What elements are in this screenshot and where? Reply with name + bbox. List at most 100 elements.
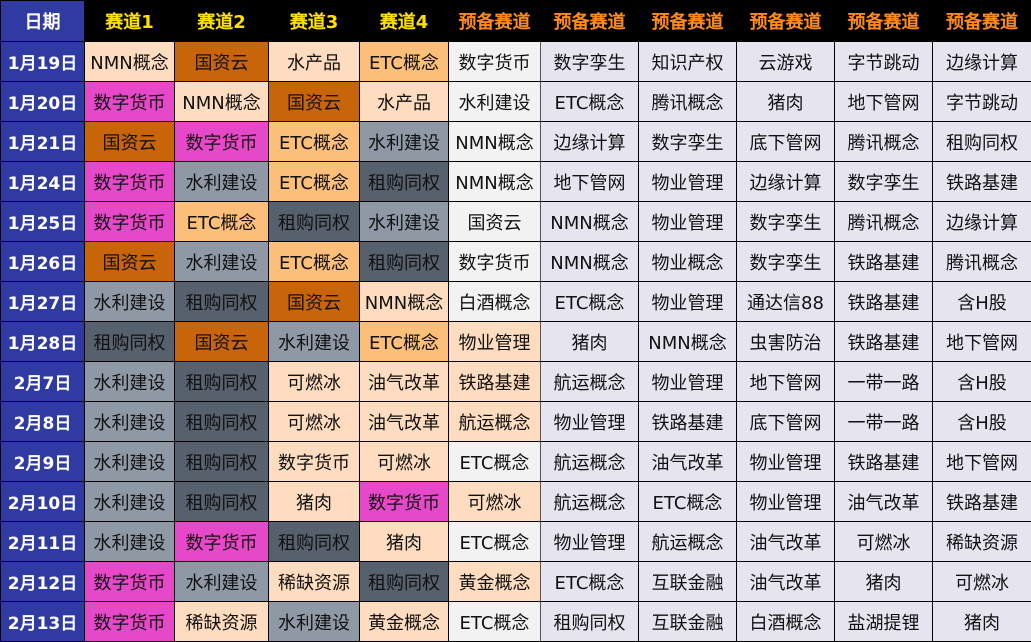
track-cell: 数字货币 bbox=[175, 122, 269, 162]
reserve-cell: 物业管理 bbox=[737, 442, 835, 482]
reserve-cell: 数字孪生 bbox=[835, 162, 933, 202]
track-cell: 租购同权 bbox=[85, 322, 175, 362]
reserve-cell: 数字孪生 bbox=[639, 122, 737, 162]
reserve-cell: 物业管理 bbox=[639, 202, 737, 242]
header-date: 日期 bbox=[1, 1, 85, 42]
track-cell: 数字货币 bbox=[360, 482, 449, 522]
date-cell: 2月10日 bbox=[1, 482, 85, 522]
date-cell: 1月26日 bbox=[1, 242, 85, 282]
reserve-cell: 互联金融 bbox=[639, 602, 737, 642]
header-reserve-5: 预备赛道 bbox=[835, 1, 933, 42]
reserve-cell: 互联金融 bbox=[639, 562, 737, 602]
reserve-cell: 边缘计算 bbox=[541, 122, 639, 162]
reserve-cell: 猪肉 bbox=[541, 322, 639, 362]
reserve-cell: 油气改革 bbox=[737, 522, 835, 562]
track-cell: 租购同权 bbox=[175, 402, 269, 442]
header-reserve-1: 预备赛道 bbox=[449, 1, 541, 42]
reserve-cell: 字节跳动 bbox=[835, 42, 933, 82]
track-cell: ETC概念 bbox=[269, 242, 360, 282]
track-cell: 数字货币 bbox=[85, 202, 175, 242]
reserve-cell-primary: 航运概念 bbox=[449, 402, 541, 442]
reserve-cell: 物业管理 bbox=[639, 362, 737, 402]
reserve-cell: 数字孪生 bbox=[737, 242, 835, 282]
track-cell: 数字货币 bbox=[85, 602, 175, 642]
reserve-cell: 腾讯概念 bbox=[933, 242, 1031, 282]
table-row: 1月26日国资云水利建设ETC概念租购同权数字货币NMN概念物业概念数字孪生铁路… bbox=[1, 242, 1031, 282]
reserve-cell: 航运概念 bbox=[541, 482, 639, 522]
track-cell: 水利建设 bbox=[175, 242, 269, 282]
reserve-cell: 云游戏 bbox=[737, 42, 835, 82]
reserve-cell: 物业管理 bbox=[737, 482, 835, 522]
reserve-cell: 地下管网 bbox=[933, 442, 1031, 482]
track-cell: 油气改革 bbox=[360, 402, 449, 442]
track-cell: NMN概念 bbox=[85, 42, 175, 82]
reserve-cell: 地下管网 bbox=[737, 362, 835, 402]
sector-rotation-table: 日期赛道1赛道2赛道3赛道4预备赛道预备赛道预备赛道预备赛道预备赛道预备赛道 1… bbox=[0, 0, 1031, 642]
reserve-cell: 稀缺资源 bbox=[933, 522, 1031, 562]
reserve-cell: 油气改革 bbox=[737, 562, 835, 602]
track-cell: 猪肉 bbox=[360, 522, 449, 562]
reserve-cell-primary: ETC概念 bbox=[449, 602, 541, 642]
reserve-cell-primary: ETC概念 bbox=[449, 522, 541, 562]
date-cell: 1月25日 bbox=[1, 202, 85, 242]
reserve-cell: 租购同权 bbox=[933, 122, 1031, 162]
reserve-cell: 可燃冰 bbox=[835, 522, 933, 562]
track-cell: 可燃冰 bbox=[360, 442, 449, 482]
reserve-cell: 腾讯概念 bbox=[639, 82, 737, 122]
table-row: 2月13日数字货币稀缺资源水利建设黄金概念ETC概念租购同权互联金融白酒概念盐湖… bbox=[1, 602, 1031, 642]
date-cell: 2月13日 bbox=[1, 602, 85, 642]
table-row: 2月11日水利建设数字货币租购同权猪肉ETC概念物业管理航运概念油气改革可燃冰稀… bbox=[1, 522, 1031, 562]
date-cell: 1月27日 bbox=[1, 282, 85, 322]
reserve-cell: 边缘计算 bbox=[933, 202, 1031, 242]
table-row: 2月7日水利建设租购同权可燃冰油气改革铁路基建航运概念物业管理地下管网一带一路含… bbox=[1, 362, 1031, 402]
reserve-cell: 铁路基建 bbox=[835, 242, 933, 282]
date-cell: 2月11日 bbox=[1, 522, 85, 562]
table-row: 2月12日数字货币水利建设稀缺资源租购同权黄金概念ETC概念互联金融油气改革猪肉… bbox=[1, 562, 1031, 602]
reserve-cell: NMN概念 bbox=[541, 242, 639, 282]
reserve-cell-primary: ETC概念 bbox=[449, 442, 541, 482]
reserve-cell-primary: 可燃冰 bbox=[449, 482, 541, 522]
track-cell: 水利建设 bbox=[360, 202, 449, 242]
track-cell: 可燃冰 bbox=[269, 402, 360, 442]
date-cell: 2月12日 bbox=[1, 562, 85, 602]
track-cell: 水利建设 bbox=[360, 122, 449, 162]
reserve-cell: ETC概念 bbox=[541, 82, 639, 122]
track-cell: 数字货币 bbox=[175, 522, 269, 562]
track-cell: 租购同权 bbox=[269, 522, 360, 562]
track-cell: 可燃冰 bbox=[269, 362, 360, 402]
reserve-cell: 物业概念 bbox=[639, 242, 737, 282]
header-track-2: 赛道2 bbox=[175, 1, 269, 42]
reserve-cell: NMN概念 bbox=[639, 322, 737, 362]
date-cell: 1月28日 bbox=[1, 322, 85, 362]
track-cell: 租购同权 bbox=[175, 482, 269, 522]
track-cell: 数字货币 bbox=[85, 562, 175, 602]
reserve-cell: 油气改革 bbox=[639, 442, 737, 482]
reserve-cell: 铁路基建 bbox=[835, 442, 933, 482]
reserve-cell: 铁路基建 bbox=[933, 162, 1031, 202]
table-row: 1月20日数字货币NMN概念国资云水产品水利建设ETC概念腾讯概念猪肉地下管网字… bbox=[1, 82, 1031, 122]
header-row: 日期赛道1赛道2赛道3赛道4预备赛道预备赛道预备赛道预备赛道预备赛道预备赛道 bbox=[1, 1, 1031, 42]
header-reserve-3: 预备赛道 bbox=[639, 1, 737, 42]
reserve-cell-primary: 黄金概念 bbox=[449, 562, 541, 602]
header-track-1: 赛道1 bbox=[85, 1, 175, 42]
table-body: 1月19日NMN概念国资云水产品ETC概念数字货币数字孪生知识产权云游戏字节跳动… bbox=[1, 42, 1031, 642]
reserve-cell: 地下管网 bbox=[835, 82, 933, 122]
track-cell: NMN概念 bbox=[175, 82, 269, 122]
track-cell: 水利建设 bbox=[85, 362, 175, 402]
reserve-cell: 猪肉 bbox=[737, 82, 835, 122]
table-row: 2月8日水利建设租购同权可燃冰油气改革航运概念物业管理铁路基建底下管网一带一路含… bbox=[1, 402, 1031, 442]
track-cell: 水利建设 bbox=[175, 162, 269, 202]
date-cell: 1月21日 bbox=[1, 122, 85, 162]
track-cell: 数字货币 bbox=[269, 442, 360, 482]
date-cell: 1月20日 bbox=[1, 82, 85, 122]
track-cell: ETC概念 bbox=[360, 42, 449, 82]
reserve-cell: 通达信88 bbox=[737, 282, 835, 322]
track-cell: 国资云 bbox=[85, 122, 175, 162]
reserve-cell-primary: 水利建设 bbox=[449, 82, 541, 122]
header-reserve-6: 预备赛道 bbox=[933, 1, 1031, 42]
reserve-cell: 物业管理 bbox=[541, 522, 639, 562]
reserve-cell: 知识产权 bbox=[639, 42, 737, 82]
track-cell: 稀缺资源 bbox=[269, 562, 360, 602]
track-cell: ETC概念 bbox=[360, 322, 449, 362]
reserve-cell: 租购同权 bbox=[541, 602, 639, 642]
